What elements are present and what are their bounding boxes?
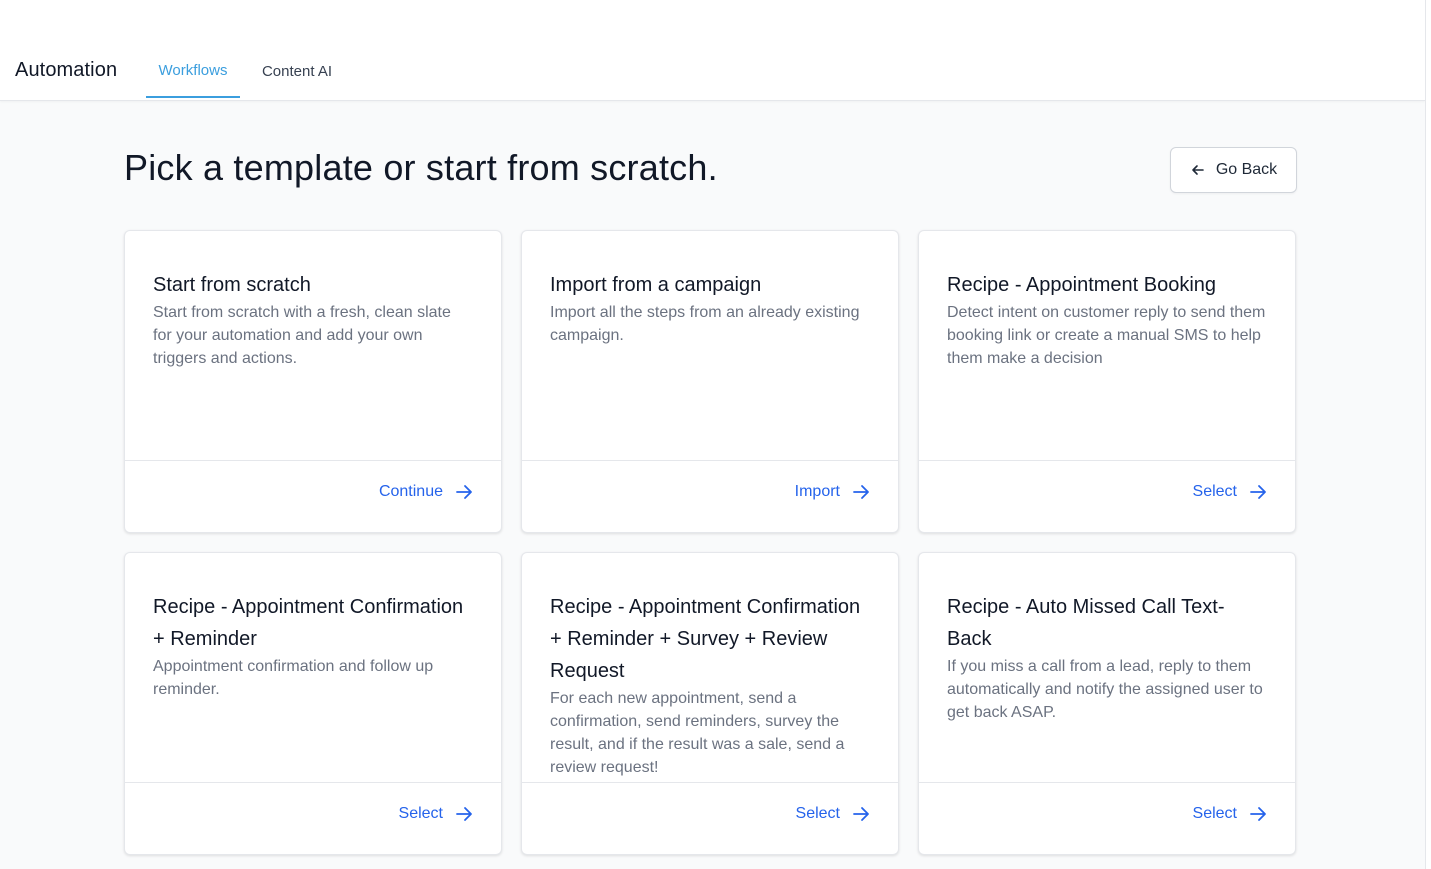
select-button[interactable]: Select: [1193, 483, 1267, 501]
arrow-right-icon: [456, 485, 472, 499]
template-card-start-from-scratch[interactable]: Start from scratch Start from scratch wi…: [124, 230, 502, 533]
arrow-right-icon: [853, 485, 869, 499]
go-back-label: Go Back: [1215, 161, 1278, 178]
top-navigation-bar: Automation Workflows Content AI: [0, 0, 1425, 101]
card-title: Recipe - Appointment Booking: [947, 274, 1217, 296]
select-button[interactable]: Select: [796, 805, 870, 823]
card-description: Import all the steps from an already exi…: [550, 304, 860, 344]
select-button[interactable]: Select: [1193, 805, 1267, 823]
card-description: For each new appointment, send a confirm…: [550, 690, 845, 776]
go-back-button[interactable]: Go Back: [1170, 147, 1297, 193]
card-description: Detect intent on customer reply to send …: [947, 304, 1266, 367]
card-description: Start from scratch with a fresh, clean s…: [153, 304, 451, 367]
main-content: Automation Workflows Content AI Pick a t…: [0, 0, 1425, 869]
card-description: Appointment confirmation and follow up r…: [153, 658, 434, 698]
card-footer: Continue: [125, 460, 501, 532]
card-footer: Import: [522, 460, 898, 532]
arrow-right-icon: [456, 807, 472, 821]
page-title: Pick a template or start from scratch.: [124, 147, 718, 188]
template-card-missed-call-text-back[interactable]: Recipe - Auto Missed Call Text-Back If y…: [918, 552, 1296, 855]
card-footer: Select: [522, 782, 898, 854]
import-button[interactable]: Import: [795, 483, 870, 501]
card-title: Recipe - Auto Missed Call Text-Back: [947, 596, 1225, 650]
arrow-right-icon: [853, 807, 869, 821]
template-card-import-campaign[interactable]: Import from a campaign Import all the st…: [521, 230, 899, 533]
tab-workflows[interactable]: Workflows: [146, 62, 240, 98]
continue-button[interactable]: Continue: [379, 483, 473, 501]
card-action-label: Continue: [378, 483, 443, 500]
template-card-appointment-confirmation-reminder[interactable]: Recipe - Appointment Confirmation + Remi…: [124, 552, 502, 855]
window-edge: [1425, 0, 1431, 869]
card-action-label: Select: [1192, 483, 1237, 500]
card-body: Recipe - Appointment Booking Detect inte…: [947, 269, 1267, 370]
card-body: Recipe - Auto Missed Call Text-Back If y…: [947, 591, 1267, 724]
card-title: Recipe - Appointment Confirmation + Remi…: [550, 596, 861, 682]
card-footer: Select: [919, 782, 1295, 854]
app-root: Automation Workflows Content AI Pick a t…: [0, 0, 1431, 869]
card-body: Recipe - Appointment Confirmation + Remi…: [153, 591, 473, 701]
card-action-label: Select: [1192, 805, 1237, 822]
card-action-label: Import: [794, 483, 840, 500]
app-title: Automation: [15, 59, 118, 81]
template-card-confirmation-survey-review[interactable]: Recipe - Appointment Confirmation + Remi…: [521, 552, 899, 855]
arrow-right-icon: [1250, 485, 1266, 499]
card-footer: Select: [125, 782, 501, 854]
card-body: Import from a campaign Import all the st…: [550, 269, 870, 347]
card-body: Start from scratch Start from scratch wi…: [153, 269, 473, 370]
card-title: Import from a campaign: [550, 274, 762, 296]
arrow-left-icon: [1192, 165, 1204, 175]
select-button[interactable]: Select: [399, 805, 473, 823]
card-title: Start from scratch: [153, 274, 311, 296]
arrow-right-icon: [1250, 807, 1266, 821]
card-description: If you miss a call from a lead, reply to…: [947, 658, 1263, 721]
tab-content-ai[interactable]: Content AI: [250, 63, 344, 99]
card-action-label: Select: [795, 805, 840, 822]
card-body: Recipe - Appointment Confirmation + Remi…: [550, 591, 870, 779]
template-card-appointment-booking[interactable]: Recipe - Appointment Booking Detect inte…: [918, 230, 1296, 533]
card-action-label: Select: [398, 805, 443, 822]
card-title: Recipe - Appointment Confirmation + Remi…: [153, 596, 464, 650]
card-footer: Select: [919, 460, 1295, 532]
